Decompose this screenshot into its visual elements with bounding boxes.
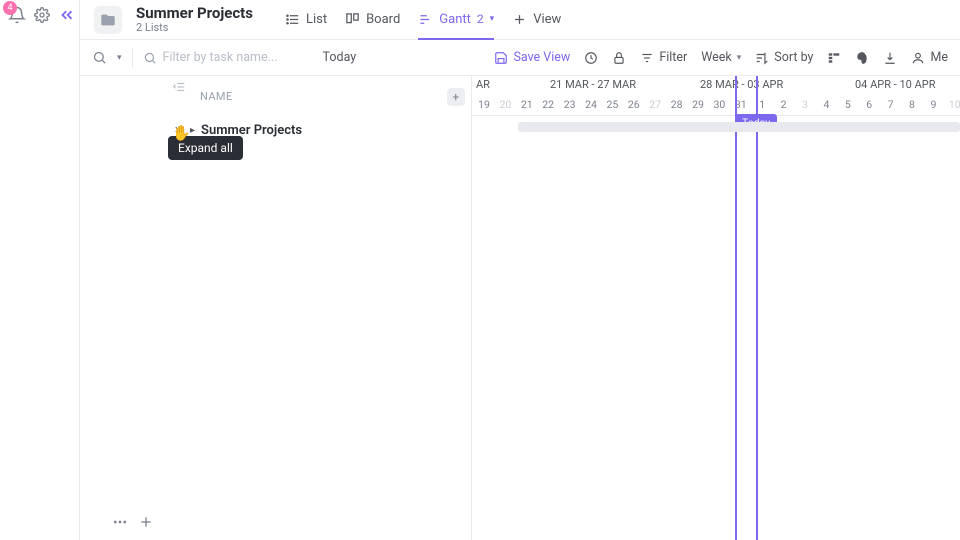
sort-label: Sort by (774, 50, 813, 65)
search-icon (143, 51, 157, 65)
day-cell: 29 (692, 98, 704, 111)
day-cell: 2 (781, 98, 787, 111)
day-cell: 28 (671, 98, 683, 111)
sort-button[interactable]: Sort by (755, 50, 813, 65)
day-cell: 27 (649, 98, 661, 111)
color-icon[interactable] (855, 51, 869, 65)
tab-gantt-badge: 2 (477, 12, 484, 26)
range-dropdown[interactable]: Week ▾ (701, 50, 741, 65)
today-button[interactable]: Today (323, 50, 357, 65)
tab-gantt[interactable]: Gantt 2 ▾ (418, 0, 494, 40)
sidebar-rail: 4 (0, 0, 80, 540)
week-label: AR (476, 78, 490, 91)
folder-icon (94, 6, 122, 34)
save-view-button[interactable]: Save View (494, 50, 570, 65)
day-cell: 4 (823, 98, 829, 111)
tab-gantt-label: Gantt (439, 12, 471, 27)
collapse-sidebar-icon[interactable] (58, 6, 76, 24)
day-cell: 1 (759, 98, 765, 111)
download-icon[interactable] (883, 51, 897, 65)
week-label: 28 MAR - 03 APR (700, 78, 783, 91)
tab-add-view[interactable]: View (512, 0, 561, 40)
chevron-down-icon: ▾ (737, 53, 742, 63)
day-cell: 30 (713, 98, 725, 111)
day-cell: 24 (585, 98, 597, 111)
header: Summer Projects 2 Lists List Board Gantt… (80, 0, 960, 40)
column-name-header: NAME (200, 90, 233, 103)
divider (132, 48, 133, 68)
day-cell: 23 (564, 98, 576, 111)
day-cell: 8 (909, 98, 915, 111)
gear-icon[interactable] (34, 7, 50, 23)
day-cell: 5 (845, 98, 851, 111)
day-cell: 25 (606, 98, 618, 111)
day-cell: 7 (888, 98, 894, 111)
page-subtitle: 2 Lists (136, 22, 253, 34)
day-cell: 26 (628, 98, 640, 111)
today-line (756, 76, 758, 540)
caret-right-icon[interactable]: ▸ (190, 125, 195, 136)
tab-board-label: Board (366, 12, 400, 27)
more-icon[interactable] (112, 514, 128, 534)
history-icon[interactable] (584, 51, 598, 65)
tooltip: Expand all (168, 136, 243, 160)
day-cell: 9 (930, 98, 936, 111)
filter-button[interactable]: Filter (640, 50, 687, 65)
outdent-icon[interactable] (172, 80, 186, 94)
day-cell: 10 (949, 98, 960, 111)
gantt-bar[interactable] (518, 122, 960, 132)
day-cell: 20 (499, 98, 511, 111)
lock-icon[interactable] (612, 51, 626, 65)
filter-input[interactable] (163, 50, 303, 65)
task-list-pane: NAME + ▸ Summer Projects Expand all ✋ (80, 76, 472, 540)
tab-list-label: List (306, 12, 327, 27)
week-label: 21 MAR - 27 MAR (550, 78, 636, 91)
add-column-button[interactable]: + (447, 88, 465, 106)
group-icon[interactable] (827, 51, 841, 65)
add-task-button[interactable] (138, 514, 154, 534)
today-line (735, 76, 737, 540)
save-view-label: Save View (513, 50, 570, 65)
toolbar: ▾ Today Save View (80, 40, 960, 76)
tab-view-label: View (533, 12, 561, 27)
day-cell: 3 (802, 98, 808, 111)
range-label: Week (701, 50, 732, 65)
search-icon[interactable] (92, 50, 107, 65)
page-title: Summer Projects (136, 5, 253, 22)
gantt-day-row: 1920212223242526272829303112345678910111… (472, 96, 960, 116)
day-cell: 19 (478, 98, 490, 111)
day-cell: 22 (542, 98, 554, 111)
me-button[interactable]: Me (911, 50, 948, 65)
notification-badge: 4 (3, 1, 17, 15)
day-cell: 6 (866, 98, 872, 111)
week-label: 04 APR - 10 APR (855, 78, 935, 91)
chevron-down-icon: ▾ (490, 14, 495, 24)
list-row[interactable]: ▸ Summer Projects (80, 116, 471, 144)
tab-board[interactable]: Board (345, 0, 400, 40)
bell-icon[interactable]: 4 (8, 6, 26, 24)
tab-list[interactable]: List (285, 0, 327, 40)
filter-label: Filter (659, 50, 687, 65)
chevron-down-icon[interactable]: ▾ (117, 53, 122, 63)
day-cell: 21 (521, 98, 533, 111)
gantt-pane[interactable]: AR 21 MAR - 27 MAR 28 MAR - 03 APR 04 AP… (472, 76, 960, 540)
me-label: Me (930, 50, 948, 65)
